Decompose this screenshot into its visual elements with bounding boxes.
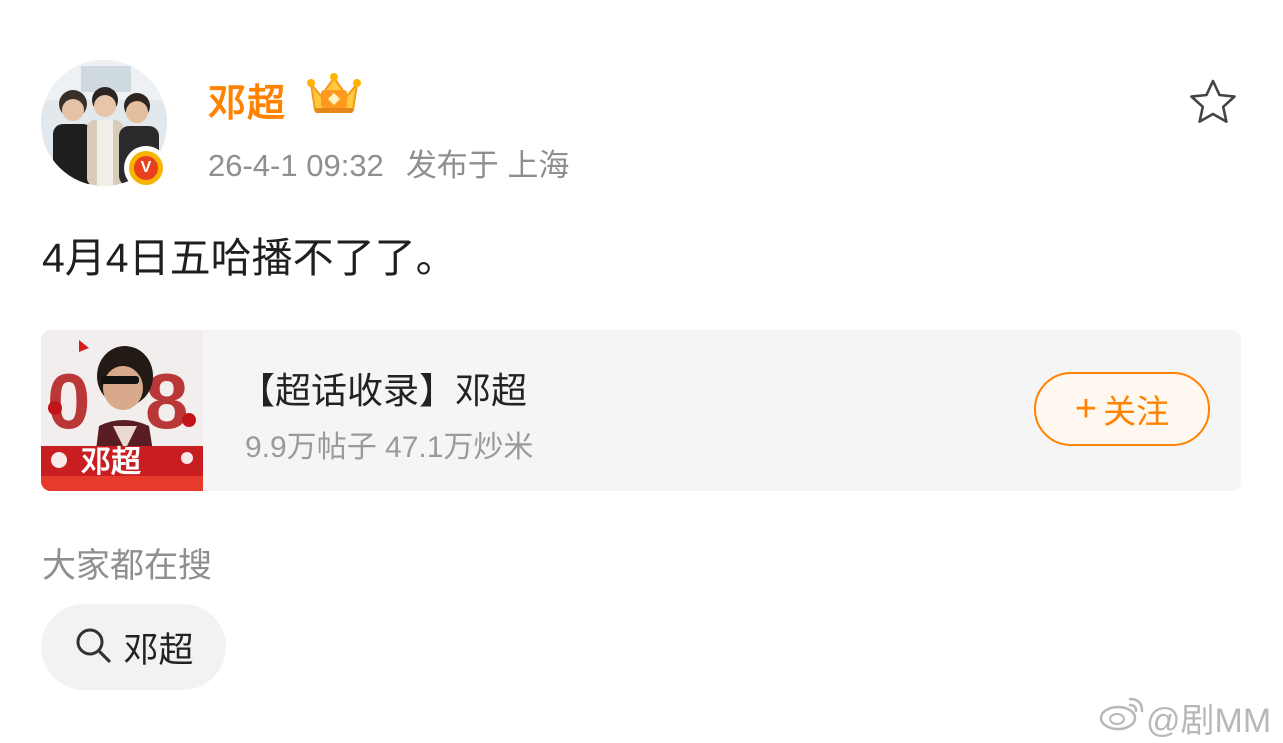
timestamp: 26-4-1 09:32	[208, 148, 384, 183]
super-topic-title: 【超话收录】邓超	[239, 370, 528, 411]
hot-search-title: 大家都在搜	[42, 547, 212, 585]
verified-badge-icon: V	[124, 146, 168, 190]
post-content: 4月4日五哈播不了了。	[42, 235, 457, 281]
plus-icon: +	[1074, 388, 1098, 430]
username[interactable]: 邓超	[208, 72, 286, 127]
star-icon[interactable]	[1188, 78, 1238, 131]
super-topic-card[interactable]: 0 8 邓超 【超话收录】邓超 9.9万帖子 47.1万炒米 + 关注	[41, 330, 1241, 491]
svg-text:0: 0	[47, 357, 90, 445]
hot-search-chip-label: 邓超	[123, 630, 194, 670]
watermark-text: @剧MM	[1146, 702, 1272, 740]
thumbnail-text: 邓超	[81, 445, 142, 480]
weibo-logo-icon	[1098, 693, 1146, 742]
hot-search-chip[interactable]: 邓超	[41, 604, 226, 690]
search-icon	[73, 625, 113, 670]
post-meta: 26-4-1 09:32 发布于 上海	[208, 140, 569, 185]
follow-label: 关注	[1103, 393, 1170, 430]
super-topic-stats: 9.9万帖子 47.1万炒米	[245, 431, 534, 464]
watermark: @剧MM	[1098, 693, 1271, 742]
crown-member-icon[interactable]	[305, 70, 363, 121]
follow-button[interactable]: + 关注	[1034, 372, 1210, 446]
super-topic-thumbnail: 0 8 邓超	[41, 330, 203, 491]
location: 发布于 上海	[405, 148, 570, 183]
